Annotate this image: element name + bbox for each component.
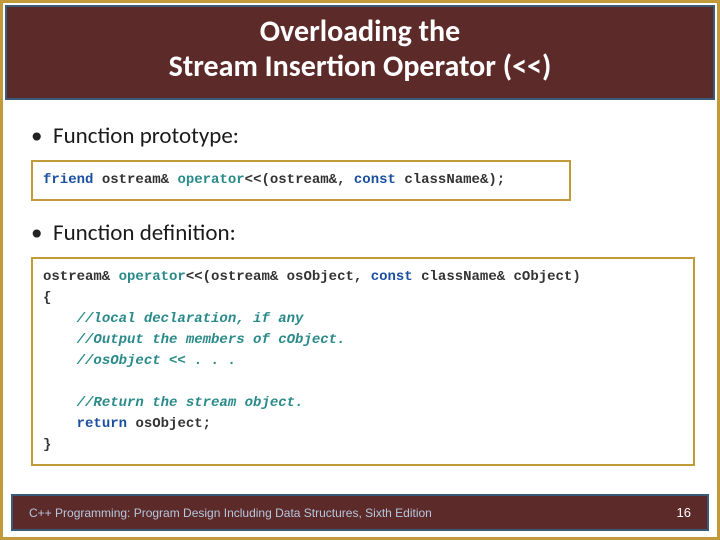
args: <<(ostream&, [245, 172, 346, 188]
slide-title-bar: Overloading the Stream Insertion Operato… [5, 5, 715, 100]
comment-1: //local declaration, if any [77, 311, 304, 327]
slide: Overloading the Stream Insertion Operato… [0, 0, 720, 540]
kw-const2: const [371, 269, 413, 285]
slide-title-line2: Stream Insertion Operator (<<) [169, 48, 552, 85]
kw-friend: friend [43, 172, 93, 188]
footer-bar: C++ Programming: Program Design Includin… [11, 494, 709, 531]
comment-4: //Return the stream object. [77, 395, 304, 411]
sig1: <<(ostream& osObject, [186, 269, 362, 285]
bullet-prototype: Function prototype: [31, 122, 689, 150]
slide-body: Function prototype: friend ostream& oper… [3, 102, 717, 537]
page-number: 16 [677, 505, 691, 520]
sig2: className& cObject) [421, 269, 581, 285]
kw-return: return [77, 416, 127, 432]
id-classname: className&); [404, 172, 505, 188]
slide-title: Overloading the Stream Insertion Operato… [27, 15, 693, 84]
brace-open: { [43, 290, 51, 306]
slide-title-line1: Overloading the [260, 13, 460, 50]
brace-close: } [43, 437, 51, 453]
code-definition-box: ostream& operator<<(ostream& osObject, c… [31, 257, 695, 466]
kw-operator2: operator [119, 269, 186, 285]
kw-operator: operator [177, 172, 244, 188]
footer-text: C++ Programming: Program Design Includin… [29, 506, 432, 520]
retval: osObject; [135, 416, 211, 432]
comment-3: //osObject << . . . [77, 353, 237, 369]
comment-2: //Output the members of cObject. [77, 332, 346, 348]
id-ostream2: ostream& [43, 269, 110, 285]
id-ostream: ostream& [102, 172, 169, 188]
bullet-definition: Function definition: [31, 219, 689, 247]
kw-const: const [354, 172, 396, 188]
code-prototype-box: friend ostream& operator<<(ostream&, con… [31, 160, 571, 201]
